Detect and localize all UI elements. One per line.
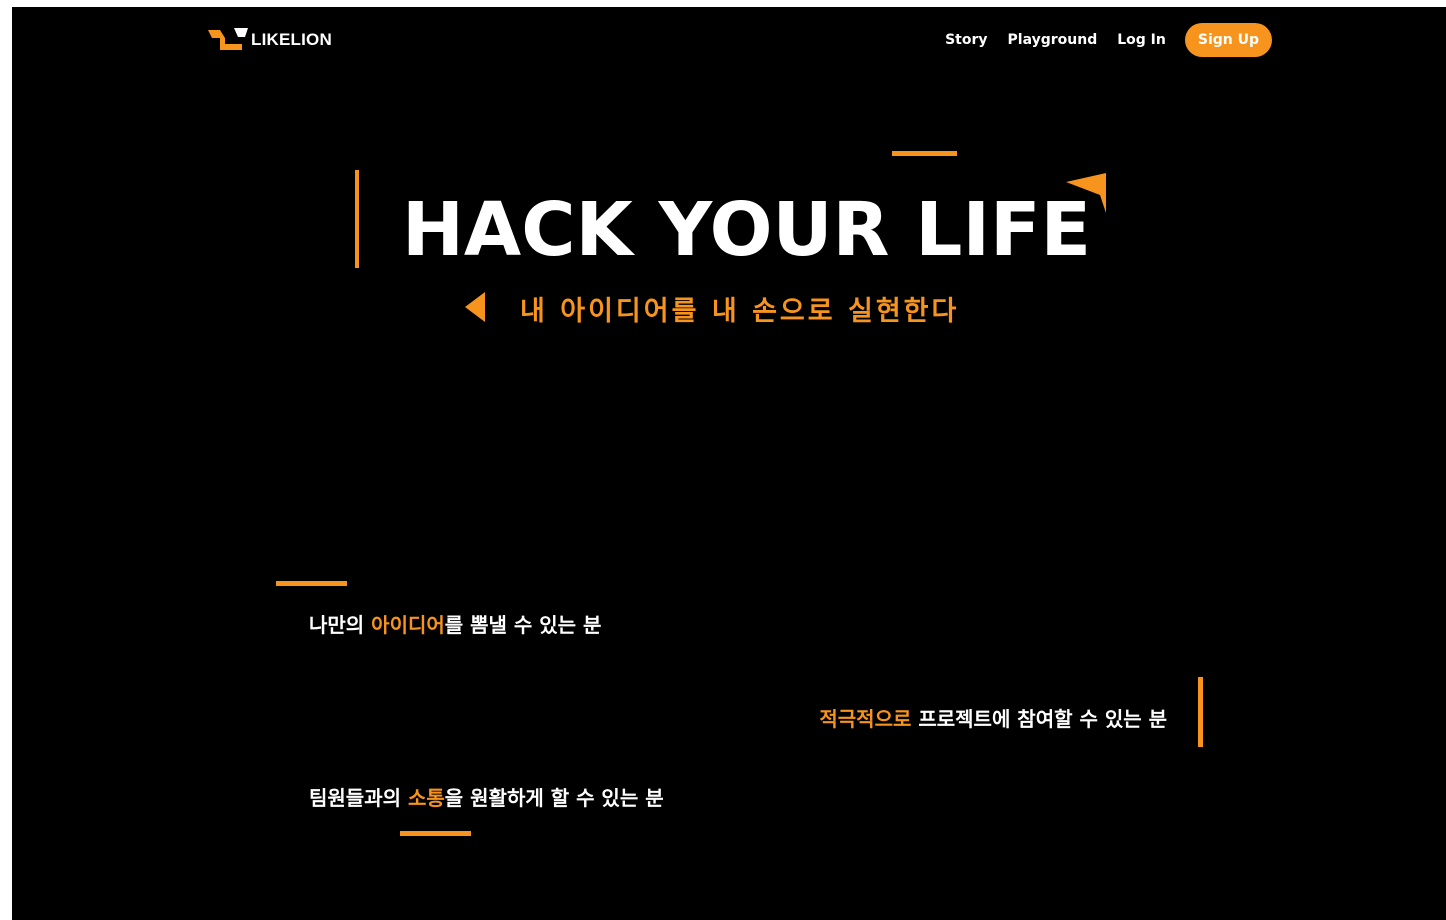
criteria-item-3-rest: 을 원활하게 할 수 있는 분 xyxy=(444,786,664,810)
hero-title: HACK YOUR LIFE xyxy=(402,187,1092,273)
criteria-item-3: 팀원들과의 소통을 원활하게 할 수 있는 분 xyxy=(309,782,664,811)
hero-left-accent-bar xyxy=(355,170,359,268)
criteria-accent-line-1 xyxy=(276,581,347,586)
hero-top-accent-line xyxy=(892,151,957,156)
nav-login-link[interactable]: Log In xyxy=(1117,32,1166,48)
nav-playground-link[interactable]: Playground xyxy=(1008,32,1098,48)
criteria-accent-bar-2 xyxy=(1198,677,1203,747)
logo-text: LIKELION xyxy=(251,30,332,49)
criteria-accent-line-3 xyxy=(400,831,471,836)
criteria-item-3-text: 팀원들과의 xyxy=(309,786,408,810)
landing-page: LIKELION Story Playground Log In Sign Up… xyxy=(12,7,1446,920)
criteria-item-3-highlight: 소통 xyxy=(407,786,445,810)
criteria-item-1-highlight: 아이디어 xyxy=(371,613,445,637)
main-nav: Story Playground Log In Sign Up xyxy=(945,23,1272,57)
likelion-logo[interactable]: LIKELION xyxy=(208,27,332,53)
hero-subtitle: 내 아이디어를 내 손으로 실현한다 xyxy=(520,296,960,327)
criteria-item-1-rest: 를 뽐낼 수 있는 분 xyxy=(444,613,602,637)
criteria-item-1-text: 나만의 xyxy=(309,613,372,637)
criteria-item-1: 나만의 아이디어를 뽐낼 수 있는 분 xyxy=(309,609,601,638)
criteria-item-2-rest: 프로젝트에 참여할 수 있는 분 xyxy=(911,707,1167,731)
criteria-item-2: 적극적으로 프로젝트에 참여할 수 있는 분 xyxy=(819,703,1167,732)
triangle-left-icon xyxy=(465,292,485,322)
signup-button[interactable]: Sign Up xyxy=(1184,23,1272,57)
nav-story-link[interactable]: Story xyxy=(945,32,987,48)
criteria-item-2-highlight: 적극적으로 xyxy=(819,707,912,731)
likelion-logo-icon xyxy=(208,28,248,50)
